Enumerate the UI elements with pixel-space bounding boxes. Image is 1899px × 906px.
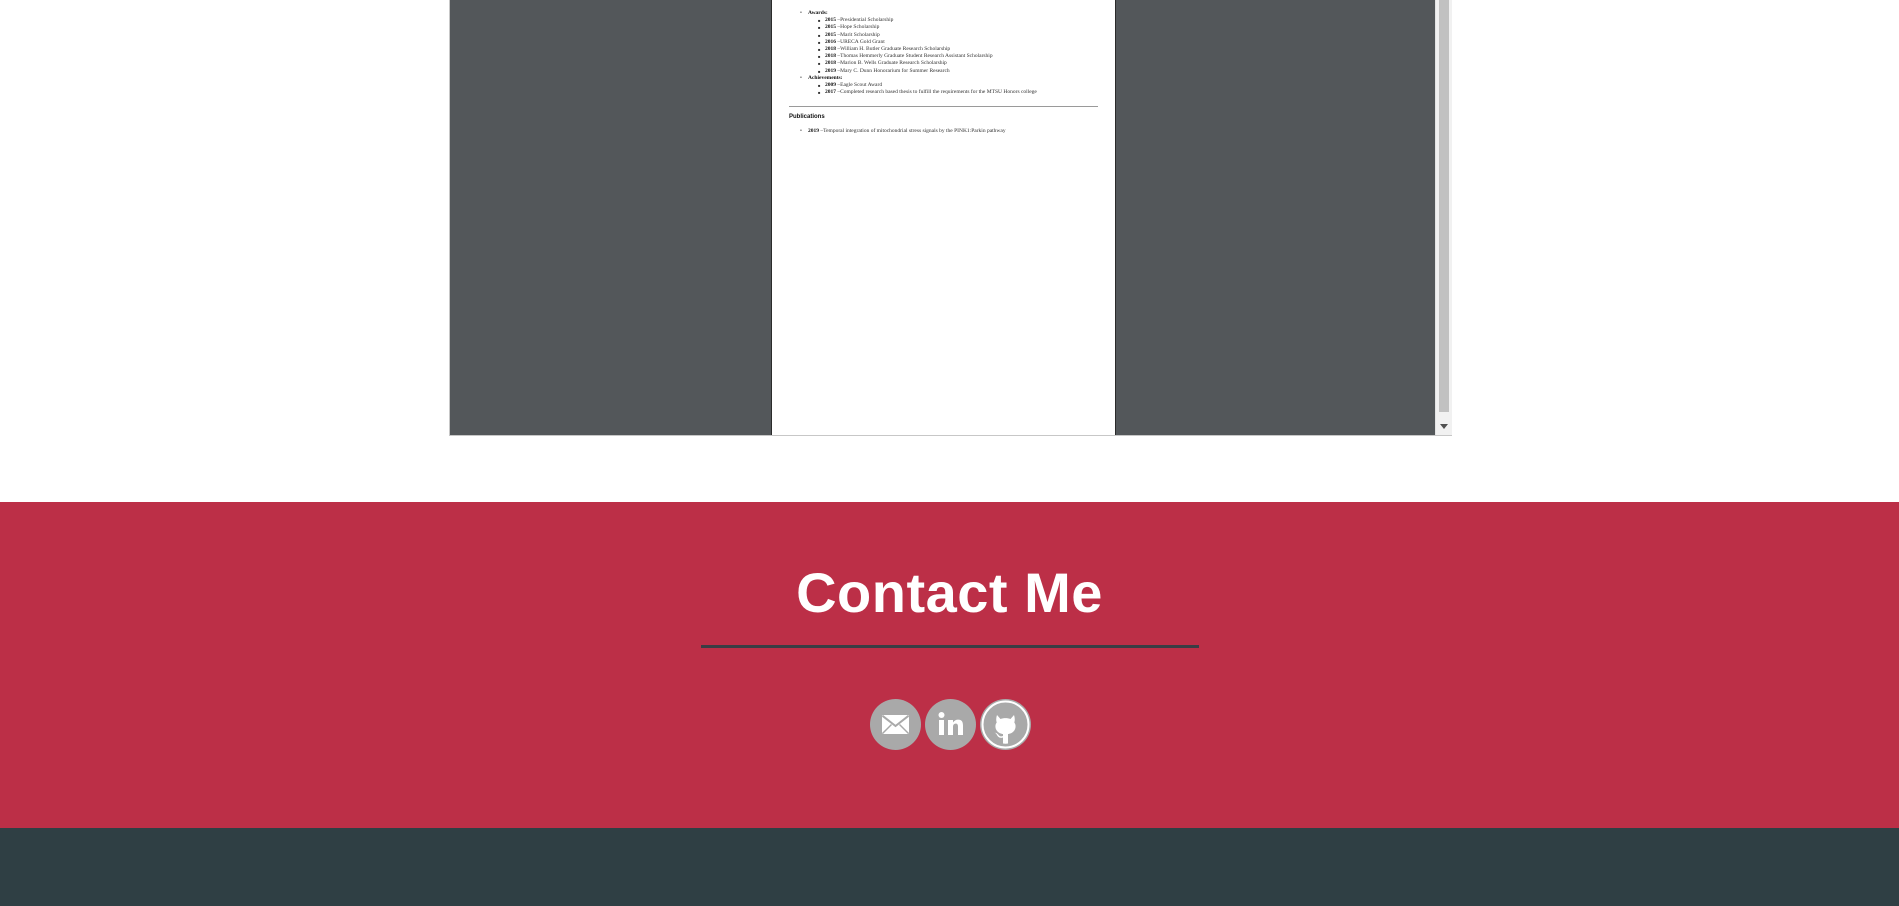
github-icon (981, 700, 1030, 749)
award-item: 2015 –Hope Scholarship (800, 24, 1100, 31)
contact-divider (701, 645, 1199, 648)
scroll-down-arrow-icon[interactable] (1436, 416, 1452, 435)
award-item: 2018 –William H. Butler Graduate Researc… (800, 46, 1100, 53)
award-item: 2018 –Thomas Hemmerly Graduate Student R… (800, 53, 1100, 60)
achievement-item: 2017 –Completed research based thesis to… (800, 89, 1100, 96)
page-footer (0, 828, 1899, 906)
awards-achievements-list: Awards: 2015 –Presidential Scholarship 2… (800, 10, 1100, 97)
pdf-scrollbar[interactable] (1435, 0, 1452, 435)
award-item: 2016 –URECA Gold Grant (800, 39, 1100, 46)
linkedin-icon (938, 712, 963, 735)
pdf-page: Awards: 2015 –Presidential Scholarship 2… (771, 0, 1116, 435)
publications-heading: Publications (789, 114, 825, 120)
linkedin-link[interactable] (925, 699, 976, 750)
publications-list: 2019 –Temporal integration of mitochondr… (800, 128, 1100, 135)
social-links (870, 699, 1031, 751)
section-divider (789, 106, 1098, 107)
contact-title: Contact Me (796, 561, 1103, 624)
achievements-label: Achievements: (800, 75, 1100, 82)
contact-section: Contact Me (0, 502, 1899, 828)
award-item: 2019 –Mary C. Dunn Honorarium for Summer… (800, 68, 1100, 75)
award-item: 2018 –Marion B. Wells Graduate Research … (800, 60, 1100, 67)
award-item: 2015 –Marit Scholarship (800, 32, 1100, 39)
award-item: 2015 –Presidential Scholarship (800, 17, 1100, 24)
email-icon (881, 715, 910, 735)
github-link[interactable] (980, 699, 1031, 750)
scrollbar-thumb[interactable] (1439, 0, 1449, 412)
email-link[interactable] (870, 699, 921, 750)
publication-item: 2019 –Temporal integration of mitochondr… (800, 128, 1100, 135)
awards-label: Awards: (800, 10, 1100, 17)
pdf-viewer[interactable]: Awards: 2015 –Presidential Scholarship 2… (449, 0, 1452, 436)
